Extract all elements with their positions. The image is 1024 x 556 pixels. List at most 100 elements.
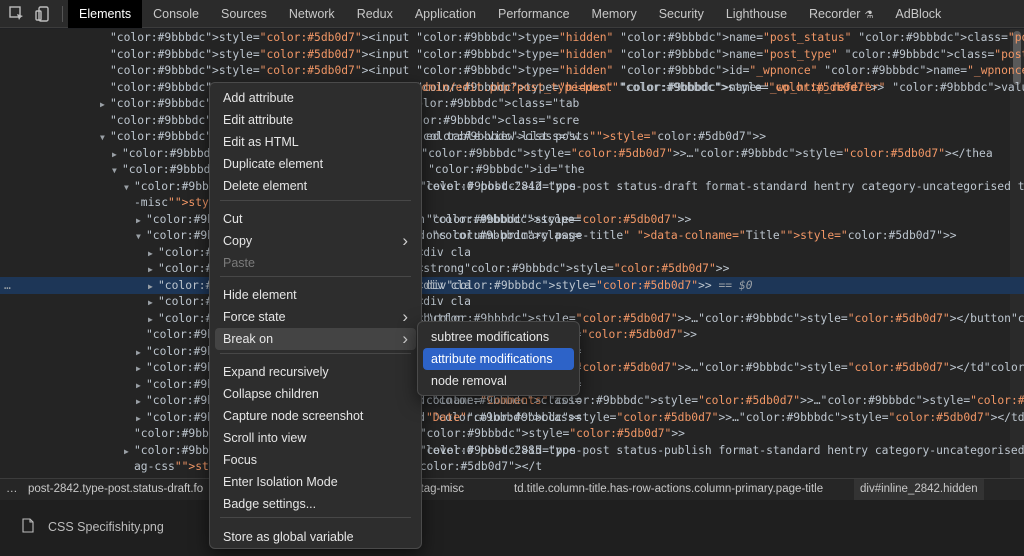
- tab-label: Console: [153, 7, 199, 21]
- submenu-item-attribute-modifications[interactable]: attribute modifications: [423, 348, 574, 370]
- tab-network[interactable]: Network: [278, 0, 346, 28]
- expanded-triangle-icon[interactable]: ▼: [124, 179, 134, 196]
- menu-item-cut[interactable]: Cut: [215, 208, 416, 230]
- breadcrumb-item[interactable]: post-2842.type-post.status-draft.fo: [28, 479, 203, 500]
- collapsed-triangle-icon[interactable]: ▶: [148, 294, 158, 311]
- menu-item-collapse-children[interactable]: Collapse children: [215, 383, 416, 405]
- dom-node-row[interactable]: ▶"color:#9bbbdc">style="color:#5db0d7"><…: [0, 145, 1024, 162]
- dom-node-row[interactable]: ▶"color:#9bbbdc">style="color:#5db0d7"><…: [0, 244, 1024, 261]
- row-options-icon[interactable]: …: [4, 277, 11, 294]
- collapsed-triangle-icon[interactable]: ▶: [136, 393, 146, 410]
- dom-node-row[interactable]: ▶"color:#9bbbdc">style="color:#5db0d7"><…: [0, 211, 1024, 228]
- tab-label: Sources: [220, 7, 267, 21]
- menu-item-edit-as-html[interactable]: Edit as HTML: [215, 131, 416, 153]
- breadcrumb: … post-2842.type-post.status-draft.fo oris…: [0, 478, 1024, 500]
- tab-application[interactable]: Application: [404, 0, 487, 28]
- node-markup-tail: ed table-view-list posts"">style="color:…: [426, 130, 767, 143]
- expanded-triangle-icon[interactable]: ▼: [136, 228, 146, 245]
- collapsed-triangle-icon[interactable]: ▶: [112, 146, 122, 163]
- tab-redux[interactable]: Redux: [346, 0, 404, 28]
- dom-node-row[interactable]: "color:#9bbbdc">style="color:#5db0d7"><h…: [0, 112, 1024, 129]
- node-markup: "color:#9bbbdc">style="color:#5db0d7"><i…: [110, 64, 1024, 77]
- menu-item-expand-recursively[interactable]: Expand recursively: [215, 361, 416, 383]
- file-name[interactable]: CSS Specifishity.png: [48, 520, 164, 534]
- expanded-triangle-icon[interactable]: ▼: [112, 162, 122, 179]
- dom-node-row[interactable]: ▼"color:#9bbbdc">style="color:#5db0d7"><…: [0, 128, 1024, 145]
- collapsed-triangle-icon[interactable]: ▶: [148, 311, 158, 328]
- collapsed-triangle-icon[interactable]: ▶: [124, 443, 134, 460]
- menu-item-label: subtree modifications: [431, 330, 550, 344]
- collapsed-triangle-icon[interactable]: ▶: [148, 278, 158, 295]
- dom-node-row[interactable]: ▼"color:#9bbbdc">style="color:#5db0d7"><…: [0, 227, 1024, 244]
- tab-performance[interactable]: Performance: [487, 0, 581, 28]
- menu-item-scroll-into-view[interactable]: Scroll into view: [215, 427, 416, 449]
- collapsed-triangle-icon[interactable]: ▶: [136, 344, 146, 361]
- dom-node-row[interactable]: "color:#9bbbdc">style="color:#5db0d7"></…: [0, 425, 1024, 442]
- menu-item-label: node removal: [431, 374, 507, 388]
- collapsed-triangle-icon[interactable]: ▶: [148, 261, 158, 278]
- menu-item-hide-element[interactable]: Hide element: [215, 284, 416, 306]
- menu-item-store-as-global-variable[interactable]: Store as global variable: [215, 526, 416, 548]
- dom-node-row[interactable]: ▼"color:#9bbbdc">style="color:#5db0d7"><…: [0, 161, 1024, 178]
- menu-item-label: Focus: [223, 453, 258, 467]
- collapsed-triangle-icon[interactable]: ▶: [136, 212, 146, 229]
- collapsed-triangle-icon[interactable]: ▶: [136, 360, 146, 377]
- menu-item-copy[interactable]: Copy ›: [215, 230, 416, 252]
- toolbar-divider: [62, 6, 63, 22]
- node-markup-tail: "color:#9bbbdc">style="color:#5db0d7">>: [426, 212, 692, 226]
- tab-label: Security: [658, 7, 704, 21]
- collapsed-triangle-icon[interactable]: ▶: [100, 96, 110, 113]
- breadcrumb-overflow[interactable]: …: [6, 479, 18, 500]
- collapsed-triangle-icon[interactable]: ▶: [136, 377, 146, 394]
- tab-elements[interactable]: Elements: [68, 0, 143, 28]
- menu-item-enter-isolation-mode[interactable]: Enter Isolation Mode: [215, 471, 416, 493]
- tab-sources[interactable]: Sources: [210, 0, 278, 28]
- menu-item-force-state[interactable]: Force state ›: [215, 306, 416, 328]
- menu-item-label: Edit as HTML: [223, 135, 299, 149]
- tab-console[interactable]: Console: [142, 0, 210, 28]
- device-toolbar-icon[interactable]: [34, 5, 52, 23]
- submenu-item-subtree-modifications[interactable]: subtree modifications: [423, 326, 574, 348]
- breadcrumb-item[interactable]: div#inline_2842.hidden: [854, 479, 984, 500]
- collapsed-triangle-icon[interactable]: ▶: [148, 245, 158, 262]
- dom-node-row[interactable]: "color:#9bbbdc">style="color:#5db0d7"><i…: [0, 79, 1024, 96]
- breadcrumb-item[interactable]: td.title.column-title.has-row-actions.co…: [514, 479, 823, 500]
- menu-item-label: Collapse children: [223, 387, 319, 401]
- menu-item-label: Duplicate element: [223, 157, 324, 171]
- menu-item-add-attribute[interactable]: Add attribute: [215, 87, 416, 109]
- tab-recorder[interactable]: Recorder ⚗: [798, 0, 884, 28]
- file-icon[interactable]: [22, 518, 34, 533]
- menu-item-delete-element[interactable]: Delete element: [215, 175, 416, 197]
- chevron-right-icon: ›: [402, 329, 408, 348]
- dom-node-row[interactable]: -misc"">style="color:#5db0d7">>: [0, 194, 1024, 211]
- inspect-element-icon[interactable]: [8, 5, 26, 23]
- menu-item-badge-settings[interactable]: Badge settings...: [215, 493, 416, 515]
- context-menu: Add attribute Edit attribute Edit as HTML D…: [209, 82, 422, 549]
- menu-item-duplicate-element[interactable]: Duplicate element: [215, 153, 416, 175]
- dom-node-row[interactable]: ▶"color:#9bbbdc">style="color:#5db0d7"><…: [0, 442, 1024, 459]
- menu-item-capture-node-screenshot[interactable]: Capture node screenshot: [215, 405, 416, 427]
- elements-tree[interactable]: "color:#9bbbdc">style="color:#5db0d7"><i…: [0, 29, 1024, 478]
- submenu-item-node-removal[interactable]: node removal: [423, 370, 574, 392]
- menu-item-edit-attribute[interactable]: Edit attribute: [215, 109, 416, 131]
- menu-item-focus[interactable]: Focus: [215, 449, 416, 471]
- dom-node-row[interactable]: ag-css"">style="color:#5db0d7">>…">style…: [0, 458, 1024, 475]
- menu-separator: [220, 276, 411, 277]
- dom-node-row[interactable]: ▶"color:#9bbbdc">style="color:#5db0d7"><…: [0, 293, 1024, 310]
- tab-lighthouse[interactable]: Lighthouse: [715, 0, 798, 28]
- selected-node-row[interactable]: …▶"color:#9bbbdc">style="color:#5db0d7">…: [0, 276, 1024, 295]
- dom-node-row[interactable]: "color:#9bbbdc">style="color:#5db0d7"><i…: [0, 46, 1024, 63]
- menu-item-break-on[interactable]: Break on ›: [215, 328, 416, 350]
- dom-node-row[interactable]: "color:#9bbbdc">style="color:#5db0d7"><i…: [0, 29, 1024, 46]
- dom-node-row[interactable]: ▶"color:#9bbbdc">style="color:#5db0d7"><…: [0, 409, 1024, 426]
- dom-node-row[interactable]: ▶"color:#9bbbdc">style="color:#5db0d7"><…: [0, 260, 1024, 277]
- tab-security[interactable]: Security: [648, 0, 715, 28]
- tab-memory[interactable]: Memory: [581, 0, 648, 28]
- menu-separator: [220, 517, 411, 518]
- tab-adblock[interactable]: AdBlock: [884, 0, 952, 28]
- dom-node-row[interactable]: "color:#9bbbdc">style="color:#5db0d7"><i…: [0, 62, 1024, 79]
- expanded-triangle-icon[interactable]: ▼: [100, 129, 110, 146]
- collapsed-triangle-icon[interactable]: ▶: [136, 410, 146, 427]
- dom-node-row[interactable]: ▶"color:#9bbbdc">style="color:#5db0d7"><…: [0, 95, 1024, 112]
- dom-node-row[interactable]: ▼"color:#9bbbdc">style="color:#5db0d7"><…: [0, 178, 1024, 195]
